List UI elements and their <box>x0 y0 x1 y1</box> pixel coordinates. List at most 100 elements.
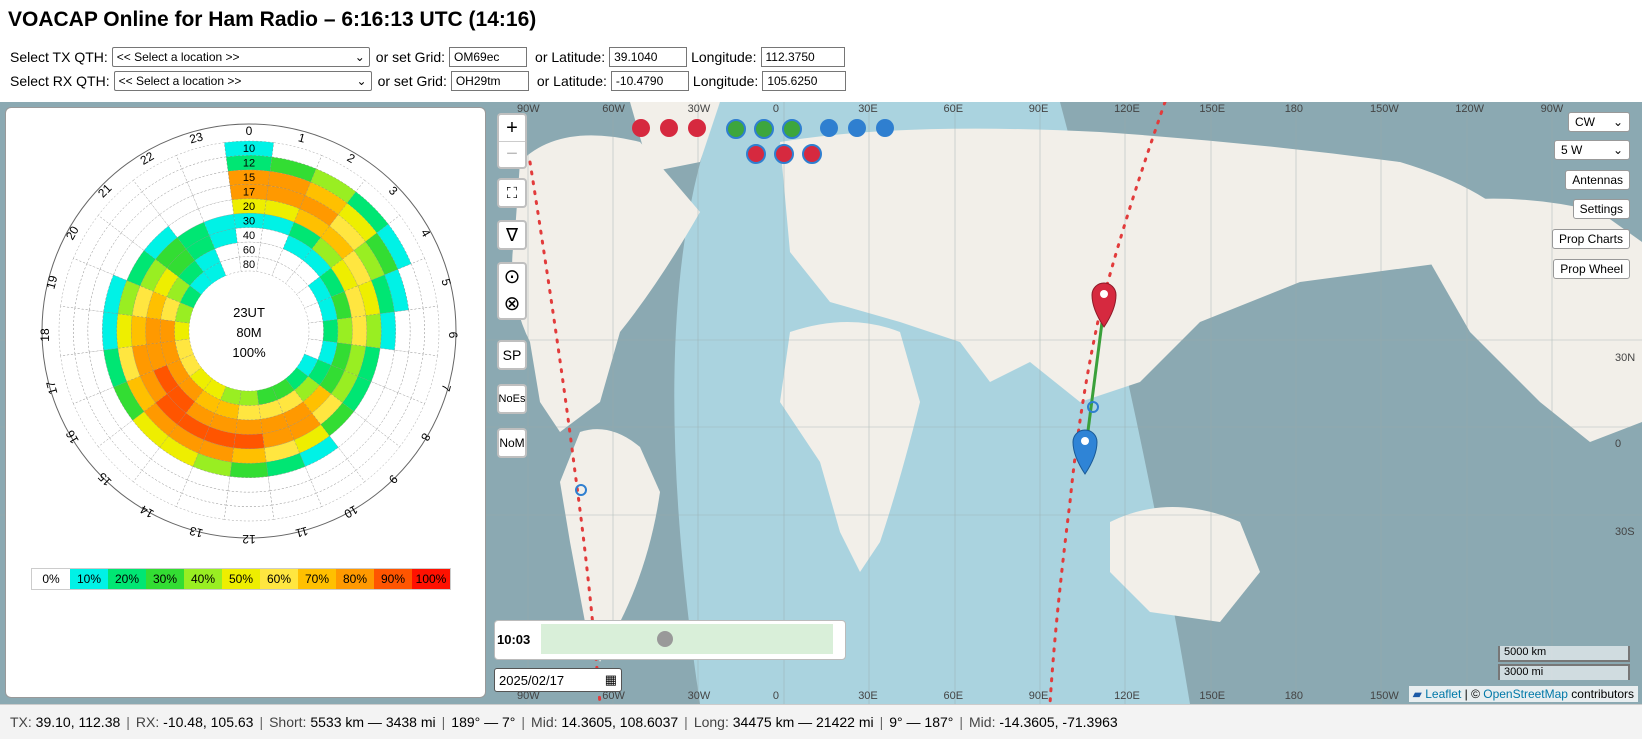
tx-lon-label: Longitude: <box>691 49 757 65</box>
status-short-bearing: 189° — 7° <box>451 714 516 730</box>
wheel-hour-label: 7 <box>438 383 453 393</box>
tx-location-select[interactable]: << Select a location >> ⌄ <box>111 47 370 67</box>
band-status-dot[interactable] <box>774 144 794 164</box>
legend-swatch: 40% <box>184 569 222 589</box>
tx-grid-input[interactable] <box>449 47 528 67</box>
map-axis-label: 30E <box>858 103 878 115</box>
rx-longitude-input[interactable] <box>762 71 847 91</box>
wheel-hour-label: 1 <box>297 130 307 145</box>
legend-swatch: 80% <box>336 569 374 589</box>
circle-x-icon: ⊗ <box>503 293 521 315</box>
wheel-cell <box>102 311 119 351</box>
wheel-cell <box>408 307 425 355</box>
wheel-cell <box>351 315 367 347</box>
tx-latitude-input[interactable] <box>609 47 688 67</box>
rx-lat-label: or Latitude: <box>536 73 607 89</box>
tx-location-value: << Select a location >> <box>116 50 240 64</box>
prop-wheel-button[interactable]: Prop Wheel <box>1553 259 1630 279</box>
leaflet-link[interactable]: Leaflet <box>1425 687 1461 701</box>
band-status-dot[interactable] <box>802 144 822 164</box>
zoom-in-button[interactable]: + <box>506 115 518 141</box>
band-status-dot[interactable] <box>848 119 866 137</box>
band-status-dot[interactable] <box>746 144 766 164</box>
antennas-button[interactable]: Antennas <box>1565 170 1630 190</box>
fullscreen-button[interactable]: ⛶ <box>497 178 527 208</box>
sp-button[interactable]: SP <box>497 340 527 370</box>
wheel-cell <box>235 418 263 435</box>
settings-button[interactable]: Settings <box>1572 199 1630 219</box>
band-status-dot[interactable] <box>632 119 650 137</box>
power-value: 5 W <box>1561 143 1583 157</box>
prop-wheel-panel: 0 1 2 3 4 5 6 7 8 9 10 11 12 13 14 15 16 17 18 19 20 21 22 23 10… <box>5 107 486 698</box>
band-status-dot[interactable] <box>660 119 678 137</box>
circle-dot-icon: ⊙ <box>503 266 521 288</box>
status-mid: 14.3605, 108.6037 <box>561 714 679 730</box>
band-status-dot[interactable] <box>688 119 706 137</box>
status-mid2-label: Mid: <box>969 714 996 730</box>
wheel-cell <box>233 433 265 449</box>
nom-button[interactable]: NoM <box>497 428 527 458</box>
wheel-hour-label: 20 <box>63 223 82 242</box>
time-slider-panel: 10:03 <box>494 620 846 660</box>
rx-qth-label: Select RX QTH: <box>10 73 110 89</box>
power-select[interactable]: 5 W ⌄ <box>1554 140 1630 160</box>
rx-location-select[interactable]: << Select a location >> ⌄ <box>113 71 372 91</box>
wheel-hour-label: 21 <box>95 181 115 201</box>
zoom-out-button[interactable]: − <box>499 141 525 167</box>
map-axis-label: 150E <box>1199 690 1226 702</box>
map-axis-label: 120E <box>1114 103 1140 115</box>
wheel-cell <box>131 315 147 347</box>
map-axis-label: 180 <box>1284 103 1304 115</box>
band-status-dot[interactable] <box>820 119 838 137</box>
wheel-cell <box>322 319 339 343</box>
circle-cross-button[interactable]: ⊗ <box>504 291 521 318</box>
filter-button[interactable]: ∇ <box>497 220 527 250</box>
page-title: VOACAP Online for Ham Radio – 6:16:13 UT… <box>8 8 537 31</box>
wheel-hour-label: 23 <box>188 129 205 146</box>
wheel-hour-label: 0 <box>246 124 253 138</box>
band-status-dot[interactable] <box>754 119 774 139</box>
status-short: 5533 km — 3438 mi <box>310 714 436 730</box>
map-axis-label: 30W <box>687 690 711 702</box>
wheel-cell <box>231 447 267 464</box>
attrib-sep: | © <box>1461 687 1484 701</box>
wheel-hour-label: 17 <box>43 379 60 396</box>
rx-latitude-input[interactable] <box>610 71 689 91</box>
wheel-cell <box>227 476 271 493</box>
date-input[interactable]: 2025/02/17 ▦ <box>494 668 622 692</box>
band-status-dot[interactable] <box>876 119 894 137</box>
noes-button[interactable]: NoEs <box>497 384 527 414</box>
legend-swatch: 90% <box>374 569 412 589</box>
wheel-band-label: 20 <box>243 201 255 213</box>
band-status-dot[interactable] <box>726 119 746 139</box>
wheel-cell <box>145 317 162 345</box>
status-rx: -10.48, 105.63 <box>163 714 254 730</box>
circle-dot-button[interactable]: ⊙ <box>504 264 521 291</box>
wheel-cell <box>336 317 353 345</box>
band-status-dot[interactable] <box>782 119 802 139</box>
mode-value: CW <box>1575 115 1595 129</box>
status-mid-label: Mid: <box>531 714 558 730</box>
map-axis-label: 0 <box>772 103 780 115</box>
rx-grid-input[interactable] <box>450 71 529 91</box>
time-slider-track[interactable] <box>541 624 833 654</box>
osm-link[interactable]: OpenStreetMap <box>1483 687 1568 701</box>
time-slider-handle[interactable] <box>657 631 673 647</box>
tx-longitude-input[interactable] <box>760 47 845 67</box>
wheel-hour-label: 4 <box>418 227 434 240</box>
wheel-hour-label: 10 <box>341 502 360 521</box>
wheel-hour-label: 3 <box>386 183 401 198</box>
legend-swatch: 20% <box>108 569 146 589</box>
map-attribution: ▰ Leaflet | © OpenStreetMap contributors <box>1408 686 1638 702</box>
status-long-bearing: 9° — 187° <box>889 714 954 730</box>
status-tx: 39.10, 112.38 <box>35 714 121 730</box>
status-mid2: -14.3605, -71.3963 <box>999 714 1118 730</box>
flag-icon: ▰ <box>1412 687 1422 701</box>
wheel-hour-label: 6 <box>446 332 460 339</box>
wheel-cell <box>87 309 104 353</box>
map-axis-label: 60E <box>943 690 964 702</box>
mode-select[interactable]: CW ⌄ <box>1568 112 1630 132</box>
wheel-hour-label: 18 <box>38 328 52 342</box>
prop-charts-button[interactable]: Prop Charts <box>1551 229 1630 249</box>
status-bar: TX: 39.10, 112.38 | RX: -10.48, 105.63 |… <box>0 704 1642 739</box>
